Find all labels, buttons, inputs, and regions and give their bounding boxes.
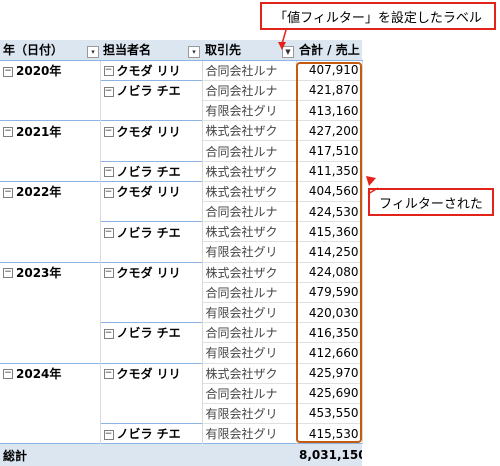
arrowhead-values bbox=[366, 176, 376, 186]
arrow-to-filter-icon bbox=[281, 29, 287, 45]
annotation-arrows bbox=[278, 29, 379, 195]
arrowhead-filter-icon bbox=[278, 42, 286, 50]
arrow-to-values bbox=[367, 187, 379, 195]
